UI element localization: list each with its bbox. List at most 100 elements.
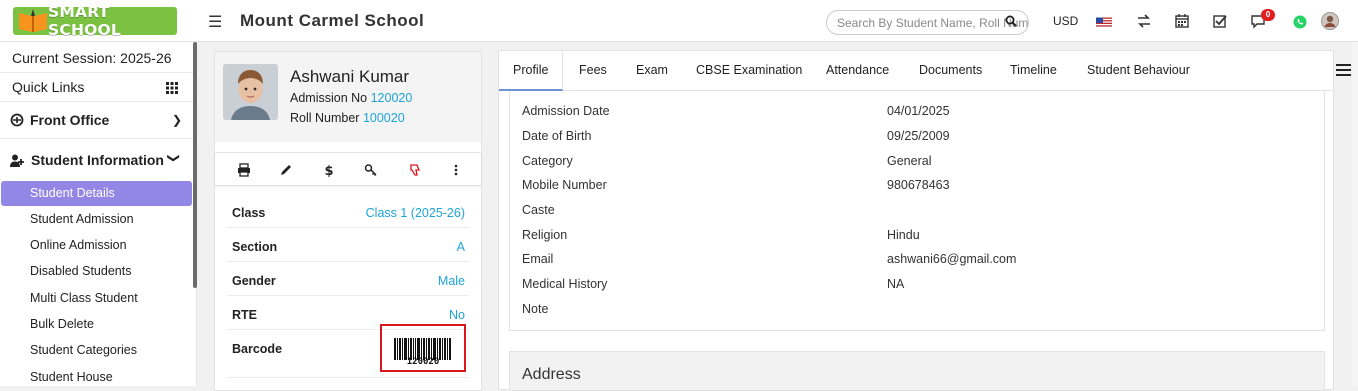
user-avatar[interactable] bbox=[1321, 12, 1339, 30]
tab-documents[interactable]: Documents bbox=[905, 51, 996, 91]
sidebar-item-online-admission[interactable]: Online Admission bbox=[1, 233, 192, 258]
field-row-class: Class Class 1 (2025-26) bbox=[227, 194, 469, 228]
admission-row: Admission No 120020 bbox=[290, 91, 412, 105]
field-label: RTE bbox=[232, 308, 257, 322]
edit-icon[interactable] bbox=[279, 163, 293, 177]
svg-text:$: $ bbox=[324, 164, 333, 177]
sidebar: Current Session: 2025-26 Quick Links Fro… bbox=[0, 42, 197, 386]
menu-student-information[interactable]: Student Information bbox=[10, 152, 164, 168]
sidebar-item-bulk-delete[interactable]: Bulk Delete bbox=[1, 312, 192, 337]
detail-value: NA bbox=[887, 277, 905, 291]
sidebar-item-student-admission[interactable]: Student Admission bbox=[1, 207, 192, 232]
tab-attendance[interactable]: Attendance bbox=[812, 51, 903, 91]
field-value-gender[interactable]: Male bbox=[438, 274, 465, 288]
profile-header: Ashwani Kumar Admission No 120020 Roll N… bbox=[215, 52, 481, 142]
quick-links[interactable]: Quick Links bbox=[12, 79, 84, 95]
field-label: Class bbox=[232, 206, 266, 220]
fees-dollar-icon[interactable]: $ bbox=[322, 163, 336, 177]
profile-toolbar: $ bbox=[215, 152, 481, 186]
menu-icon[interactable]: ☰ bbox=[208, 12, 222, 32]
sidebar-scrollbar[interactable] bbox=[193, 42, 197, 288]
detail-label: Medical History bbox=[522, 277, 608, 291]
field-row-gender: Gender Male bbox=[227, 262, 469, 296]
admission-number-link[interactable]: 120020 bbox=[371, 91, 413, 105]
front-office-icon bbox=[10, 113, 24, 127]
student-name: Ashwani Kumar bbox=[290, 67, 410, 86]
swap-icon[interactable] bbox=[1136, 13, 1152, 29]
sidebar-item-student-details[interactable]: Student Details bbox=[1, 181, 192, 206]
detail-label: Email bbox=[522, 252, 554, 266]
detail-label: Mobile Number bbox=[522, 178, 607, 192]
field-label: Section bbox=[232, 240, 278, 254]
divider bbox=[0, 72, 193, 73]
tab-cbse-examination[interactable]: CBSE Examination bbox=[682, 51, 816, 91]
calendar-icon[interactable] bbox=[1174, 13, 1190, 29]
thumbs-down-icon[interactable] bbox=[408, 163, 422, 177]
sidebar-item-multi-class-student[interactable]: Multi Class Student bbox=[1, 286, 192, 311]
roll-label: Roll Number bbox=[290, 111, 360, 125]
more-vertical-icon[interactable] bbox=[449, 163, 463, 177]
detail-label: Category bbox=[522, 154, 573, 168]
sidebar-item-student-categories[interactable]: Student Categories bbox=[1, 338, 192, 363]
detail-value: General bbox=[887, 154, 932, 168]
barcode-highlight[interactable]: 120020 bbox=[380, 324, 466, 372]
detail-label: Note bbox=[522, 302, 549, 316]
tab-exam[interactable]: Exam bbox=[622, 51, 682, 91]
school-name: Mount Carmel School bbox=[240, 11, 425, 30]
brand-name: SMART SCHOOL bbox=[48, 3, 121, 39]
tab-timeline[interactable]: Timeline bbox=[996, 51, 1071, 91]
smart-school-logo[interactable]: SMART SCHOOL bbox=[13, 3, 177, 39]
tab-student-behaviour[interactable]: Student Behaviour bbox=[1073, 51, 1204, 91]
detail-label: Religion bbox=[522, 228, 568, 242]
detail-value: 04/01/2025 bbox=[887, 104, 950, 118]
detail-value: 980678463 bbox=[887, 178, 950, 192]
detail-label: Caste bbox=[522, 203, 555, 217]
key-icon[interactable] bbox=[364, 163, 378, 177]
student-photo bbox=[223, 64, 278, 120]
current-session[interactable]: Current Session: 2025-26 bbox=[12, 50, 172, 66]
roll-number-link[interactable]: 100020 bbox=[363, 111, 405, 125]
field-value-section[interactable]: A bbox=[457, 240, 465, 254]
chevron-down-icon[interactable]: ❯ bbox=[167, 153, 181, 163]
right-panel-menu-icon[interactable] bbox=[1336, 64, 1351, 79]
sidebar-item-student-house[interactable]: Student House bbox=[1, 365, 192, 390]
address-section-header: Address bbox=[509, 351, 1325, 391]
menu-front-office[interactable]: Front Office bbox=[10, 112, 109, 128]
detail-value: ashwani66@gmail.com bbox=[887, 252, 1017, 266]
chevron-right-icon[interactable]: ❯ bbox=[172, 113, 182, 127]
page-scrollbar[interactable] bbox=[1352, 42, 1358, 386]
us-flag-icon[interactable] bbox=[1096, 15, 1112, 31]
grid-icon[interactable] bbox=[166, 82, 178, 94]
currency-selector[interactable]: USD bbox=[1053, 14, 1078, 28]
menu-front-office-label: Front Office bbox=[30, 112, 110, 128]
checkbox-icon[interactable] bbox=[1212, 13, 1228, 29]
profile-details-table: Admission Date 04/01/2025 Date of Birth … bbox=[509, 91, 1325, 331]
menu-student-information-label: Student Information bbox=[31, 152, 164, 168]
detail-label: Date of Birth bbox=[522, 129, 592, 143]
detail-value: Hindu bbox=[887, 228, 920, 242]
field-value-class[interactable]: Class 1 (2025-26) bbox=[366, 206, 465, 220]
student-information-icon bbox=[10, 154, 24, 167]
field-label: Barcode bbox=[232, 342, 283, 356]
book-logo-icon bbox=[13, 7, 48, 35]
address-title: Address bbox=[522, 366, 581, 383]
top-header: SMART SCHOOL ☰ Mount Carmel School USD 0 bbox=[0, 0, 1358, 42]
admission-label: Admission No bbox=[290, 91, 368, 105]
barcode-text: 120020 bbox=[406, 357, 440, 367]
print-icon[interactable] bbox=[237, 163, 251, 177]
search-icon[interactable] bbox=[1005, 15, 1017, 27]
tab-profile[interactable]: Profile bbox=[499, 51, 564, 91]
whatsapp-icon[interactable] bbox=[1292, 14, 1308, 30]
notification-badge: 0 bbox=[1261, 9, 1275, 21]
divider bbox=[0, 138, 193, 139]
divider bbox=[0, 101, 193, 102]
detail-value: 09/25/2009 bbox=[887, 129, 950, 143]
detail-label: Admission Date bbox=[522, 104, 610, 118]
tab-bar: Profile Fees Exam CBSE Examination Atten… bbox=[499, 51, 1333, 91]
tab-fees[interactable]: Fees bbox=[565, 51, 621, 91]
search-input[interactable] bbox=[826, 10, 1029, 35]
sidebar-item-disabled-students[interactable]: Disabled Students bbox=[1, 259, 192, 284]
roll-row: Roll Number 100020 bbox=[290, 111, 405, 125]
student-detail-panel: Profile Fees Exam CBSE Examination Atten… bbox=[498, 50, 1334, 391]
field-value-rte[interactable]: No bbox=[449, 308, 465, 322]
